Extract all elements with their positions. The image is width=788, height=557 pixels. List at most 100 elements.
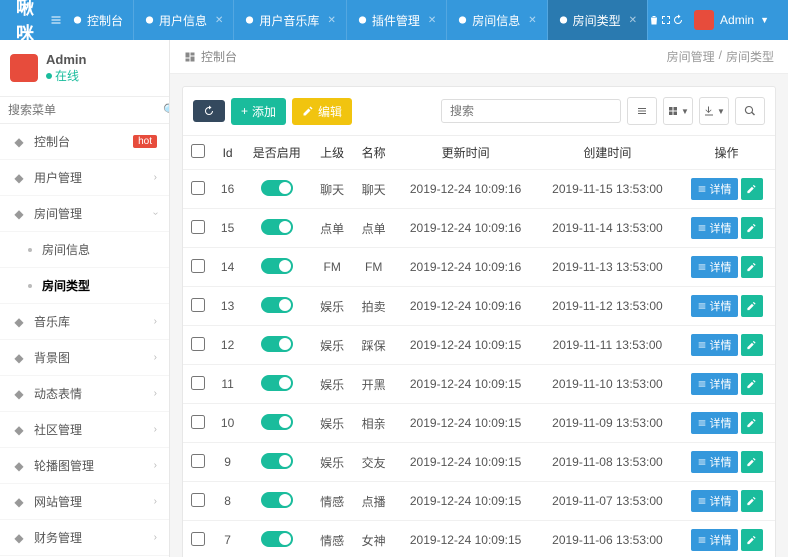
col-1: Id <box>213 136 242 170</box>
edit-button[interactable] <box>741 256 763 278</box>
enable-toggle[interactable] <box>261 180 293 196</box>
search-button[interactable] <box>735 97 765 125</box>
enable-toggle[interactable] <box>261 531 293 547</box>
row-checkbox[interactable] <box>191 337 205 351</box>
chevron-right-icon: › <box>154 316 157 327</box>
enable-toggle[interactable] <box>261 375 293 391</box>
detail-button[interactable]: 详情 <box>691 412 738 434</box>
row-checkbox[interactable] <box>191 532 205 546</box>
detail-button[interactable]: 详情 <box>691 373 738 395</box>
sidebar-item-控制台[interactable]: ◆控制台hot <box>0 124 169 160</box>
cell-created: 2019-11-10 13:53:00 <box>537 365 678 404</box>
sidebar-item-音乐库[interactable]: ◆音乐库› <box>0 304 169 340</box>
cell-updated: 2019-12-24 10:09:15 <box>394 404 536 443</box>
pencil-icon <box>746 456 757 468</box>
enable-toggle[interactable] <box>261 492 293 508</box>
enable-toggle[interactable] <box>261 336 293 352</box>
detail-button[interactable]: 详情 <box>691 295 738 317</box>
edit-button[interactable] <box>741 490 763 512</box>
fullscreen-button[interactable] <box>660 0 672 40</box>
close-icon[interactable]: ✕ <box>428 15 436 26</box>
table-row: 15点单点单2019-12-24 10:09:162019-11-14 13:5… <box>183 209 775 248</box>
edit-button[interactable] <box>741 295 763 317</box>
crumb-parent[interactable]: 房间管理 <box>667 48 715 65</box>
edit-button[interactable] <box>741 217 763 239</box>
detail-button[interactable]: 详情 <box>691 529 738 551</box>
cell-name: 点单 <box>353 209 395 248</box>
tab-房间类型[interactable]: 房间类型✕ <box>548 0 647 40</box>
detail-button[interactable]: 详情 <box>691 334 738 356</box>
detail-button[interactable]: 详情 <box>691 490 738 512</box>
tab-控制台[interactable]: 控制台 <box>62 0 133 40</box>
pencil-icon <box>746 534 757 546</box>
enable-toggle[interactable] <box>261 453 293 469</box>
detail-button[interactable]: 详情 <box>691 256 738 278</box>
tab-插件管理[interactable]: 插件管理✕ <box>347 0 446 40</box>
sidebar-item-社区管理[interactable]: ◆社区管理› <box>0 412 169 448</box>
edit-button[interactable] <box>741 334 763 356</box>
view-grid-button[interactable]: ▼ <box>663 97 693 125</box>
sidebar-item-轮播图管理[interactable]: ◆轮播图管理› <box>0 448 169 484</box>
menu-toggle[interactable] <box>50 0 62 40</box>
sidebar-item-背景图[interactable]: ◆背景图› <box>0 340 169 376</box>
sidebar-item-财务管理[interactable]: ◆财务管理› <box>0 520 169 556</box>
cell-id: 15 <box>213 209 242 248</box>
search-icon[interactable]: 🔍 <box>163 103 170 117</box>
home-icon: ◆ <box>12 207 26 221</box>
enable-toggle[interactable] <box>261 297 293 313</box>
edit-button[interactable] <box>741 178 763 200</box>
refresh-button[interactable] <box>672 0 684 40</box>
row-checkbox[interactable] <box>191 376 205 390</box>
tab-房间信息[interactable]: 房间信息✕ <box>447 0 546 40</box>
export-button[interactable]: ▼ <box>699 97 729 125</box>
edit-button[interactable] <box>741 373 763 395</box>
enable-toggle[interactable] <box>261 219 293 235</box>
view-list-button[interactable] <box>627 97 657 125</box>
edit-button[interactable]: 编辑 <box>292 98 352 125</box>
row-checkbox[interactable] <box>191 181 205 195</box>
tab-用户音乐库[interactable]: 用户音乐库✕ <box>234 0 345 40</box>
search-input[interactable] <box>441 99 621 123</box>
sidebar-item-房间类型[interactable]: 房间类型 <box>0 268 169 304</box>
add-button[interactable]: +添加 <box>231 98 286 125</box>
trash-button[interactable] <box>648 0 660 40</box>
edit-button[interactable] <box>741 529 763 551</box>
row-checkbox[interactable] <box>191 454 205 468</box>
crumb-current: 房间类型 <box>726 48 774 65</box>
close-icon[interactable]: ✕ <box>327 15 335 26</box>
search-menu-input[interactable] <box>8 103 163 117</box>
sidebar-item-用户管理[interactable]: ◆用户管理› <box>0 160 169 196</box>
row-checkbox[interactable] <box>191 415 205 429</box>
sidebar-item-网站管理[interactable]: ◆网站管理› <box>0 484 169 520</box>
crumb-home[interactable]: 控制台 <box>201 48 237 65</box>
row-checkbox[interactable] <box>191 298 205 312</box>
sidebar: Admin 在线 🔍 ◆控制台hot◆用户管理›◆房间管理›房间信息房间类型◆音… <box>0 40 170 557</box>
music-icon: ◆ <box>12 315 26 329</box>
enable-toggle[interactable] <box>261 414 293 430</box>
pencil-icon <box>302 105 314 117</box>
detail-button[interactable]: 详情 <box>691 217 738 239</box>
detail-button[interactable]: 详情 <box>691 178 738 200</box>
refresh-button[interactable] <box>193 100 225 122</box>
tab-用户信息[interactable]: 用户信息✕ <box>134 0 233 40</box>
row-checkbox[interactable] <box>191 220 205 234</box>
user-menu[interactable]: Admin ▼ <box>684 0 779 40</box>
cell-name: 交友 <box>353 443 395 482</box>
edit-button[interactable] <box>741 451 763 473</box>
close-icon[interactable]: ✕ <box>629 15 637 26</box>
cell-name: 聊天 <box>353 170 395 209</box>
chevron-right-icon: › <box>154 388 157 399</box>
row-checkbox[interactable] <box>191 493 205 507</box>
select-all-checkbox[interactable] <box>191 144 205 158</box>
image-icon: ◆ <box>12 351 26 365</box>
row-checkbox[interactable] <box>191 259 205 273</box>
sidebar-item-动态表情[interactable]: ◆动态表情› <box>0 376 169 412</box>
detail-button[interactable]: 详情 <box>691 451 738 473</box>
enable-toggle[interactable] <box>261 258 293 274</box>
close-icon[interactable]: ✕ <box>528 15 536 26</box>
edit-button[interactable] <box>741 412 763 434</box>
close-icon[interactable]: ✕ <box>215 15 223 26</box>
sidebar-item-房间管理[interactable]: ◆房间管理› <box>0 196 169 232</box>
cell-id: 14 <box>213 248 242 287</box>
sidebar-item-房间信息[interactable]: 房间信息 <box>0 232 169 268</box>
